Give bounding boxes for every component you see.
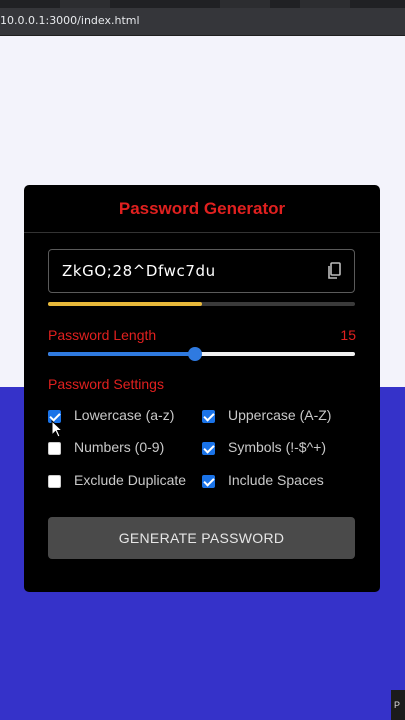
option-lowercase[interactable]: Lowercase (a-z) — [48, 407, 198, 427]
browser-tab-strip — [0, 0, 405, 8]
password-generator-card: Password Generator ZkGO;28^Dfwc7du Passw… — [24, 185, 380, 592]
length-value: 15 — [340, 327, 356, 343]
url-text[interactable]: 10.0.0.1:3000/index.html — [0, 14, 140, 27]
password-display: ZkGO;28^Dfwc7du — [48, 249, 355, 293]
option-symbols[interactable]: Symbols (!-$^+) — [202, 439, 362, 459]
include-spaces-checkbox[interactable] — [202, 475, 215, 488]
numbers-checkbox[interactable] — [48, 442, 61, 455]
numbers-label: Numbers (0-9) — [74, 439, 165, 455]
uppercase-label: Uppercase (A-Z) — [228, 407, 332, 423]
symbols-label: Symbols (!-$^+) — [228, 439, 326, 455]
exclude-duplicate-checkbox[interactable] — [48, 475, 61, 488]
option-include-spaces[interactable]: Include Spaces — [202, 472, 362, 492]
exclude-duplicate-label: Exclude Duplicate — [74, 472, 187, 488]
browser-tab[interactable] — [60, 0, 110, 8]
uppercase-checkbox[interactable] — [202, 410, 215, 423]
password-output[interactable]: ZkGO;28^Dfwc7du — [62, 262, 312, 280]
browser-tab[interactable] — [300, 0, 350, 8]
copy-icon[interactable] — [326, 262, 342, 280]
length-slider[interactable] — [48, 347, 355, 361]
strength-fill — [48, 302, 202, 306]
slider-fill — [48, 352, 196, 356]
length-label: Password Length — [48, 327, 157, 343]
settings-label: Password Settings — [48, 376, 164, 392]
generate-password-button[interactable]: GENERATE PASSWORD — [48, 517, 355, 559]
option-exclude-duplicate[interactable]: Exclude Duplicate — [48, 472, 198, 492]
mouse-cursor-icon — [51, 420, 63, 438]
title-divider — [24, 232, 380, 233]
option-numbers[interactable]: Numbers (0-9) — [48, 439, 198, 459]
corner-badge: P — [391, 690, 405, 720]
symbols-checkbox[interactable] — [202, 442, 215, 455]
browser-tab[interactable] — [220, 0, 270, 8]
option-uppercase[interactable]: Uppercase (A-Z) — [202, 407, 362, 427]
slider-thumb[interactable] — [188, 347, 203, 361]
include-spaces-label: Include Spaces — [228, 472, 324, 488]
strength-indicator — [48, 302, 355, 306]
browser-address-bar[interactable]: 10.0.0.1:3000/index.html — [0, 8, 405, 36]
app-title: Password Generator — [118, 199, 286, 218]
lowercase-label: Lowercase (a-z) — [74, 407, 175, 423]
